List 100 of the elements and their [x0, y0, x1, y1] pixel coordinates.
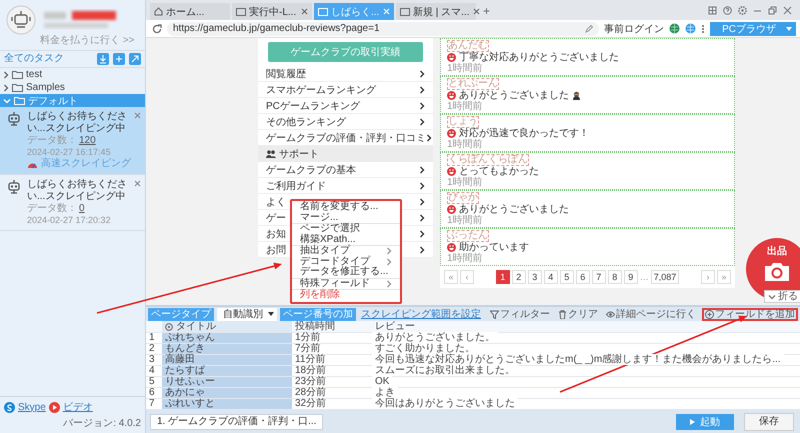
count-label: データ数： [27, 203, 77, 215]
clear-button[interactable]: クリア [556, 308, 600, 321]
download-icon[interactable] [97, 53, 109, 65]
new-tab-button[interactable]: + [478, 3, 496, 20]
table-cell: ぷれちゃん [162, 333, 292, 344]
menu-item[interactable]: ゲームクラブの基本 [258, 162, 433, 178]
trash-icon [558, 310, 567, 319]
settings-icon[interactable] [738, 6, 747, 14]
save-button[interactable]: 保存 [744, 412, 794, 431]
smile-icon [447, 205, 456, 214]
help-icon[interactable] [723, 6, 732, 14]
task-item[interactable]: しばらくお待ちください...スクレイピング中 データ数： 0 2024-02-27 17:20:32 [0, 175, 145, 231]
pencil-icon[interactable] [585, 24, 594, 32]
review-text: ありがとうございました [459, 204, 569, 215]
video-icon [48, 402, 60, 412]
plus-icon[interactable] [113, 53, 125, 65]
menu-item[interactable]: 閲覧履歴 [258, 66, 433, 82]
task-status: 高速スクレイピング [41, 158, 131, 170]
window-icon [318, 8, 328, 16]
menu-item[interactable]: デコードタイプ [292, 256, 400, 267]
menu-item[interactable]: その他ランキング [258, 114, 433, 130]
table-cell: たらすぱ [162, 366, 292, 378]
page-button[interactable]: 7 [592, 270, 606, 284]
close-icon[interactable] [134, 180, 141, 187]
column-header[interactable]: レビュー [372, 321, 800, 334]
expand-icon[interactable] [3, 70, 9, 78]
page-button[interactable]: 5 [560, 270, 574, 284]
page-button[interactable]: 8 [608, 270, 622, 284]
more-icon[interactable] [701, 24, 706, 34]
browser-tab[interactable]: 実行中-L... [232, 3, 312, 20]
page-button[interactable]: 7,087 [650, 270, 680, 284]
task-tab[interactable]: 1. ゲームクラブの評価・評判・口... [150, 414, 324, 430]
table-cell: 今回はありがとうございました [372, 398, 518, 410]
close-icon[interactable] [472, 8, 480, 15]
globe-icon[interactable] [685, 23, 696, 34]
video-link[interactable]: ビデオ [62, 400, 93, 414]
review-time: 1時間前 [447, 101, 483, 112]
close-icon[interactable] [301, 8, 308, 15]
folder-item[interactable]: Samples [0, 81, 145, 94]
close-icon[interactable] [783, 6, 792, 14]
page-button[interactable]: 2 [512, 270, 526, 284]
page-button[interactable]: 6 [576, 270, 590, 284]
table-cell: よき [372, 387, 398, 398]
smile-icon [447, 243, 456, 252]
menu-item[interactable]: ご利用ガイド [258, 178, 433, 194]
menu-item[interactable]: PCゲームランキング [258, 98, 433, 114]
filter-button[interactable]: フィルター [488, 308, 552, 321]
column-header[interactable]: タイトル [162, 321, 292, 334]
menu-item[interactable]: ページで選択 [292, 224, 400, 234]
address-field[interactable]: https://gameclub.jp/gameclub-reviews?page=1 [167, 22, 600, 36]
export-icon[interactable] [129, 53, 141, 65]
page-button[interactable]: 9 [624, 270, 638, 284]
collapse-button[interactable]: 折る [764, 290, 800, 303]
menu-item[interactable]: 抽出タイプ [292, 246, 400, 256]
table-cell: ありがとうございました。 [372, 332, 498, 344]
page-button[interactable]: 4 [544, 270, 558, 284]
chevron-icon [768, 294, 776, 300]
reload-icon[interactable] [152, 24, 162, 34]
restore-icon[interactable] [768, 6, 777, 14]
detail-page-button[interactable]: 詳細ページに行く [604, 308, 698, 321]
target-icon [165, 322, 173, 331]
folder-icon [14, 96, 25, 105]
page-button[interactable]: 1 [496, 270, 510, 284]
column-header[interactable]: 投稿時間 [292, 321, 372, 334]
table-cell: ぷれいすと [162, 399, 292, 410]
smile-icon [447, 91, 456, 100]
scope-link[interactable]: スクレイピング範囲を設定 [361, 307, 481, 322]
robot-icon [6, 111, 22, 127]
menu-item[interactable]: スマホゲームランキング [258, 82, 433, 98]
avatar-icon [6, 5, 36, 35]
reviewer-name: とれぷーん [447, 78, 499, 90]
menu-item[interactable]: 特殊フィールド [292, 278, 400, 289]
grid-icon[interactable] [708, 6, 717, 14]
people-icon [266, 150, 276, 158]
browser-tab[interactable]: ホーム... [150, 3, 230, 20]
task-item[interactable]: しばらくお待ちください...スクレイピング中 データ数： 120 2024-02-27 16:17:45 高速スクレイピング [0, 107, 145, 175]
skype-link[interactable]: Skype [18, 402, 46, 412]
add-field-button[interactable]: フィールドを追加 [702, 308, 798, 321]
login-button[interactable]: 事前ログイン [604, 22, 664, 36]
menu-item[interactable]: 名前を変更する... [292, 202, 400, 212]
data-count[interactable]: 0 [79, 203, 85, 215]
globe-icon[interactable] [669, 23, 680, 34]
data-count[interactable]: 120 [79, 135, 96, 147]
tasks-heading: 全てのタスク [4, 53, 64, 65]
expand-icon[interactable] [3, 84, 9, 92]
page-button[interactable]: 3 [528, 270, 542, 284]
menu-item[interactable]: 列を削除 [292, 290, 400, 300]
page-type-select[interactable]: 自動識別 [217, 308, 277, 321]
page-type-label: ページタイプ [148, 308, 214, 321]
review-time: 1時間前 [447, 253, 483, 264]
menu-item[interactable]: 構築XPath... [292, 234, 400, 245]
table-cell: スムーズにお取引出来ました。 [372, 365, 518, 376]
review-text: 助かっています [459, 242, 529, 253]
menu-item[interactable]: データを修正する... [292, 267, 400, 278]
folder-item[interactable]: test [0, 68, 145, 81]
review-text: 対応が迅速で良かったです！ [459, 128, 589, 139]
menu-item[interactable]: マージ... [292, 212, 400, 223]
reviewer-name: しょう [447, 116, 479, 128]
contact-icon [4, 402, 15, 412]
close-icon[interactable] [134, 112, 141, 119]
